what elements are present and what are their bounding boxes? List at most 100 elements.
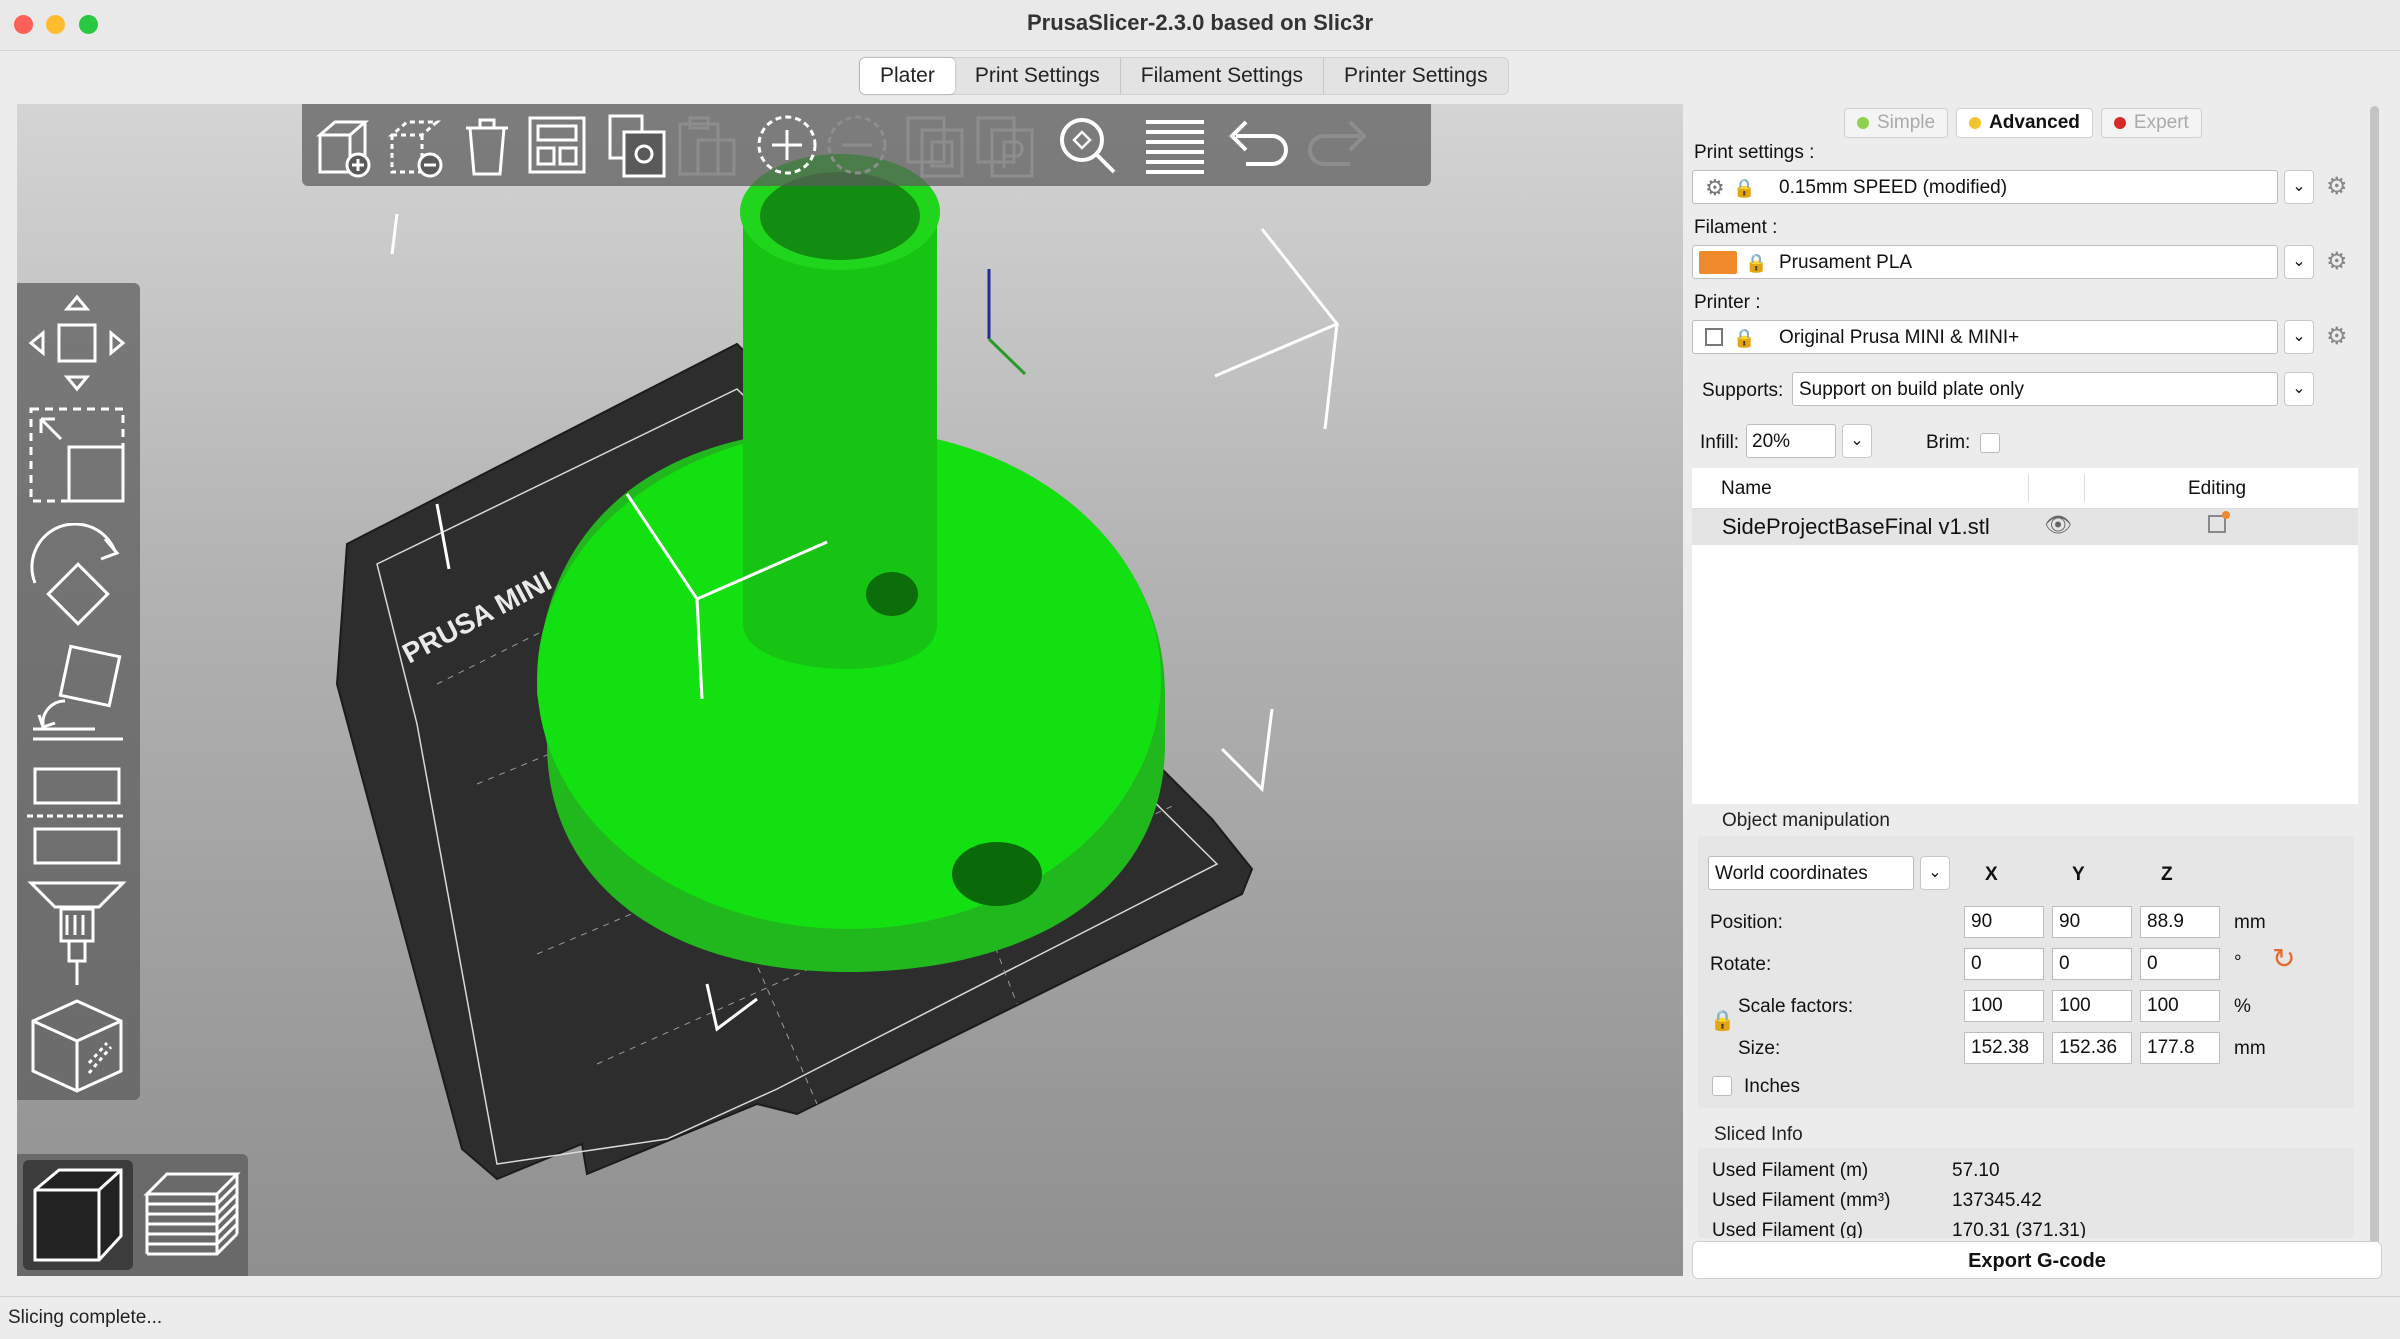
seam-painting-icon[interactable] <box>25 993 129 1097</box>
printer-edit-gear-icon[interactable]: ⚙ <box>2326 324 2352 350</box>
y-axis <box>987 337 1027 376</box>
preview-button[interactable] <box>137 1160 247 1270</box>
copy-icon[interactable] <box>602 110 672 180</box>
infill-combo[interactable]: 20% <box>1746 424 1836 458</box>
size-label: Size: <box>1738 1038 1781 1059</box>
scale-z-field[interactable]: 100 <box>2140 990 2220 1022</box>
lock-icon: 🔒 <box>1745 253 1768 273</box>
place-on-face-icon[interactable] <box>25 639 129 749</box>
infill-label: Infill: <box>1700 432 1740 453</box>
scale-y-field[interactable]: 100 <box>2052 990 2132 1022</box>
tab-printer-settings[interactable]: Printer Settings <box>1323 58 1508 94</box>
mode-expert-button[interactable]: Expert <box>2100 108 2202 138</box>
object-list-header: Name Editing <box>1692 468 2358 509</box>
sliced-info-label: Used Filament (mm³) <box>1712 1190 1891 1211</box>
print-settings-dropdown-button[interactable]: ⌄ <box>2284 170 2314 204</box>
size-y-field[interactable]: 152.36 <box>2052 1032 2132 1064</box>
undo-icon[interactable] <box>1224 110 1294 180</box>
lock-scale-icon[interactable]: 🔒 <box>1710 1008 1735 1033</box>
3d-view-button[interactable] <box>23 1160 133 1270</box>
sliced-info-panel: Used Filament (m) 57.10 Used Filament (m… <box>1698 1148 2354 1238</box>
tab-print-settings[interactable]: Print Settings <box>955 58 1120 94</box>
move-gizmo-icon[interactable] <box>25 291 129 395</box>
printer-label: Printer : <box>1694 292 1761 313</box>
supports-value: Support on build plate only <box>1799 379 2024 400</box>
chevron-down-icon: ⌄ <box>2292 328 2306 345</box>
status-text: Slicing complete... <box>8 1307 163 1328</box>
position-x-field[interactable]: 90 <box>1964 906 2044 938</box>
coordinates-combo[interactable]: World coordinates <box>1708 856 1914 890</box>
scale-label: Scale factors: <box>1738 996 1854 1017</box>
filament-label: Filament : <box>1694 217 1778 238</box>
position-y-field[interactable]: 90 <box>2052 906 2132 938</box>
filament-dropdown-button[interactable]: ⌄ <box>2284 245 2314 279</box>
mode-simple-label: Simple <box>1877 112 1936 133</box>
mode-advanced-button[interactable]: Advanced <box>1956 108 2093 138</box>
support-painting-icon[interactable] <box>25 879 129 989</box>
infill-dropdown-button[interactable]: ⌄ <box>1842 424 1872 458</box>
simple-mode-dot-icon <box>1857 117 1869 129</box>
brim-label: Brim: <box>1926 432 1971 453</box>
sliced-info-value: 170.31 (371.31) <box>1952 1220 2087 1238</box>
sliced-info-value: 57.10 <box>1952 1160 2000 1181</box>
printer-combo[interactable]: 🔒 Original Prusa MINI & MINI+ <box>1692 320 2278 354</box>
coordinates-dropdown-button[interactable]: ⌄ <box>1920 856 1950 890</box>
tab-filament-settings[interactable]: Filament Settings <box>1119 58 1323 94</box>
inches-checkbox[interactable] <box>1712 1076 1732 1096</box>
mode-simple-button[interactable]: Simple <box>1844 108 1949 138</box>
column-name-header[interactable]: Name <box>1721 478 1772 500</box>
position-label: Position: <box>1710 912 1783 933</box>
filament-combo[interactable]: 🔒 Prusament PLA <box>1692 245 2278 279</box>
scale-x-field[interactable]: 100 <box>1964 990 2044 1022</box>
reset-rotation-icon[interactable]: ↻ <box>2272 942 2295 975</box>
cut-gizmo-icon[interactable] <box>25 761 129 871</box>
rotate-unit: ° <box>2234 952 2242 973</box>
add-object-icon[interactable] <box>310 110 380 180</box>
eye-icon[interactable]: 👁 <box>2044 512 2072 538</box>
rotate-x-field[interactable]: 0 <box>1964 948 2044 980</box>
size-x-field[interactable]: 152.38 <box>1964 1032 2044 1064</box>
print-settings-combo[interactable]: ⚙ 🔒 0.15mm SPEED (modified) <box>1692 170 2278 204</box>
scale-gizmo-icon[interactable] <box>25 403 129 513</box>
scrollbar-thumb[interactable] <box>2370 106 2379 1276</box>
printer-dropdown-button[interactable]: ⌄ <box>2284 320 2314 354</box>
layers-editing-icon[interactable] <box>1140 110 1210 180</box>
model-base-hole <box>952 842 1042 906</box>
object-name: SideProjectBaseFinal v1.stl <box>1722 514 1990 539</box>
arrange-icon[interactable] <box>522 110 592 180</box>
search-icon[interactable] <box>1052 110 1122 180</box>
add-instance-icon[interactable] <box>752 110 822 180</box>
main-tabs: Plater Print Settings Filament Settings … <box>859 57 1509 95</box>
3d-viewport[interactable]: PRUSA MINI <box>17 104 1683 1276</box>
printer-value: Original Prusa MINI & MINI+ <box>1779 327 2020 348</box>
supports-combo[interactable]: Support on build plate only <box>1792 372 2278 406</box>
filament-color-swatch[interactable] <box>1699 251 1737 274</box>
tab-plater[interactable]: Plater <box>860 58 955 94</box>
edit-settings-icon[interactable] <box>2208 511 2230 533</box>
inches-label: Inches <box>1744 1076 1800 1097</box>
rotate-z-field[interactable]: 0 <box>2140 948 2220 980</box>
export-gcode-button[interactable]: Export G-code <box>1692 1241 2382 1279</box>
rotate-gizmo-icon[interactable] <box>25 523 129 633</box>
column-editing-header[interactable]: Editing <box>2188 478 2246 500</box>
advanced-mode-dot-icon <box>1969 117 1982 129</box>
position-z-field[interactable]: 88.9 <box>2140 906 2220 938</box>
chevron-down-icon: ⌄ <box>2292 178 2306 195</box>
remove-instance-icon <box>827 115 887 175</box>
delete-all-icon[interactable] <box>452 110 522 180</box>
delete-object-icon[interactable] <box>382 110 452 180</box>
header-divider <box>2084 474 2085 502</box>
brim-checkbox[interactable] <box>1980 433 2000 453</box>
sliced-info-title: Sliced Info <box>1714 1124 1803 1145</box>
rotate-y-field[interactable]: 0 <box>2052 948 2132 980</box>
filament-edit-gear-icon[interactable]: ⚙ <box>2326 249 2352 275</box>
print-settings-edit-gear-icon[interactable]: ⚙ <box>2326 174 2352 200</box>
object-row[interactable]: SideProjectBaseFinal v1.stl 👁 <box>1692 509 2358 545</box>
mode-selector: Simple Advanced Expert <box>1844 108 2202 138</box>
size-z-field[interactable]: 177.8 <box>2140 1032 2220 1064</box>
supports-dropdown-button[interactable]: ⌄ <box>2284 372 2314 406</box>
sidebar-scrollbar[interactable] <box>2368 104 2382 1284</box>
infill-value: 20% <box>1752 431 1791 452</box>
redo-icon <box>1308 120 1367 166</box>
print-settings-value: 0.15mm SPEED (modified) <box>1779 177 2008 198</box>
